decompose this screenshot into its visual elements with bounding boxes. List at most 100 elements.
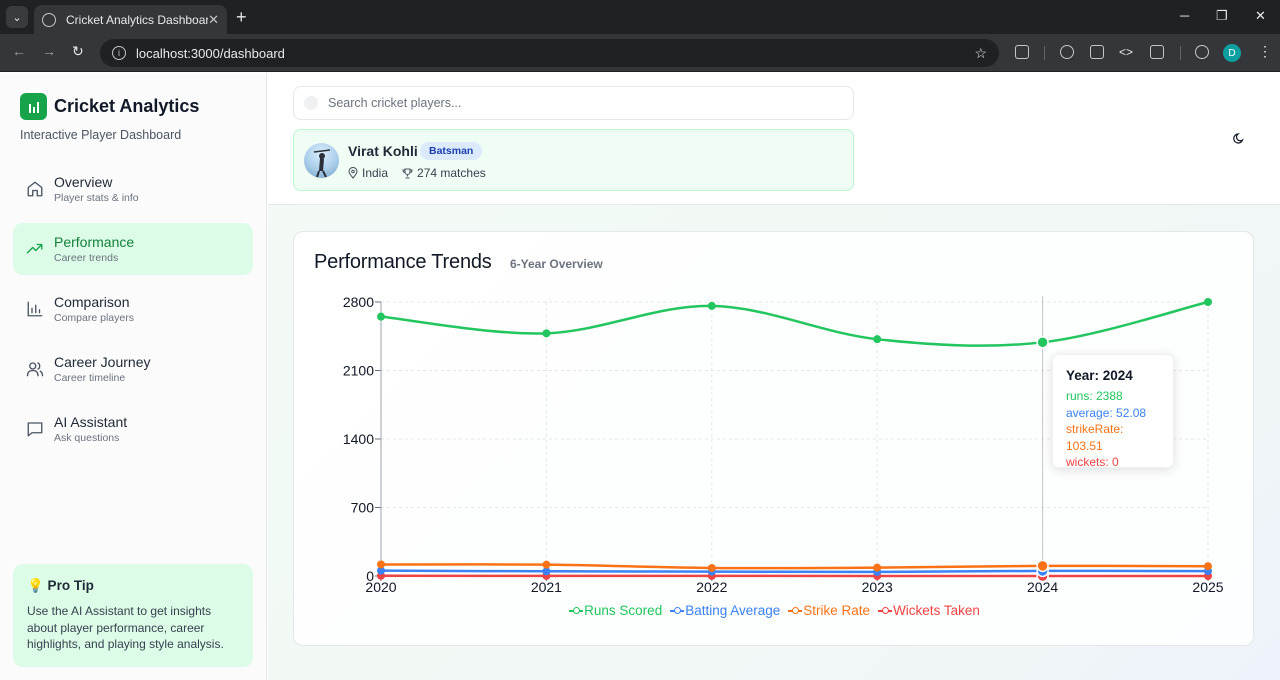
chart-tooltip: Year: 2024 runs: 2388 average: 52.08 str…: [1052, 354, 1174, 469]
browser-tab-bar: ⌄ Cricket Analytics Dashboard ✕ + ─ ❐ ✕: [0, 0, 1280, 34]
message-icon: [27, 422, 43, 437]
tooltip-strike-rate: strikeRate: 103.51: [1066, 422, 1124, 453]
tab-title: Cricket Analytics Dashboard: [66, 12, 209, 27]
legend-label: Strike Rate: [803, 603, 871, 618]
sidebar-item-label: Performance: [54, 234, 135, 250]
lens-icon[interactable]: [1060, 45, 1074, 59]
sidebar-item-label: AI Assistant: [54, 414, 128, 430]
player-name: Virat Kohli: [348, 143, 418, 159]
series-line-average: [380, 569, 1209, 574]
tooltip-average: average: 52.08: [1066, 405, 1147, 420]
new-tab-button[interactable]: +: [236, 7, 247, 27]
search-box[interactable]: [293, 86, 854, 120]
close-tab-icon[interactable]: ✕: [208, 12, 219, 28]
data-point-strike-rate: [707, 563, 716, 572]
legend-label: Runs Scored: [584, 603, 663, 618]
sidebar-item-overview[interactable]: Overview Player stats & info: [13, 163, 253, 215]
url-text[interactable]: localhost:3000/dashboard: [136, 46, 974, 61]
player-meta: India 274 matches: [348, 166, 486, 180]
tooltip-title: Year: 2024: [1066, 368, 1133, 383]
chart-legend: Runs Scored Batting Average Strike Rate Wic…: [294, 603, 1255, 618]
data-point-runs: [377, 312, 385, 321]
player-matches: 274 matches: [417, 166, 486, 180]
tooltip-runs: runs: 2388: [1066, 389, 1123, 403]
more-menu-icon[interactable]: ⋮: [1258, 43, 1272, 60]
sidebar-item-desc: Career timeline: [54, 372, 126, 384]
data-point-runs: [1036, 336, 1049, 349]
data-point-runs: [1204, 298, 1212, 306]
search-input[interactable]: [328, 96, 828, 110]
x-tick-label: 2025: [1192, 579, 1223, 595]
legend-swatch: [670, 607, 685, 615]
globe-icon: [42, 12, 56, 27]
sidebar-item-performance[interactable]: Performance Career trends: [13, 223, 253, 275]
legend-item-strike-rate[interactable]: Strike Rate: [788, 603, 870, 618]
address-bar[interactable]: i localhost:3000/dashboard ☆: [100, 39, 999, 67]
data-point-runs: [707, 301, 716, 310]
toolbar-divider: [1180, 46, 1181, 60]
browser-tab[interactable]: Cricket Analytics Dashboard ✕: [34, 5, 227, 34]
profile-avatar[interactable]: D: [1223, 44, 1241, 62]
pro-tip-card: 💡 Pro Tip Use the AI Assistant to get in…: [13, 564, 253, 667]
sidebar-item-ai-assistant[interactable]: AI Assistant Ask questions: [13, 403, 253, 455]
toolbar-divider: [1044, 46, 1045, 60]
sidebar-item-desc: Compare players: [54, 312, 134, 324]
tab-layout-icon[interactable]: [1090, 45, 1104, 59]
legend-item-wickets[interactable]: Wickets Taken: [878, 603, 980, 618]
y-tick-label: 1400: [343, 431, 374, 447]
player-avatar: [304, 143, 339, 178]
sidebar-item-comparison[interactable]: Comparison Compare players: [13, 283, 253, 335]
moon-icon[interactable]: [1232, 131, 1246, 145]
reload-icon[interactable]: ↻: [72, 43, 84, 60]
main-content: Virat Kohli Batsman India 274 matches Pe…: [268, 73, 1280, 680]
x-tick-label: 2020: [365, 579, 396, 595]
sidebar: Cricket Analytics Interactive Player Das…: [0, 73, 267, 680]
sidebar-item-desc: Ask questions: [54, 432, 120, 444]
site-info-icon[interactable]: i: [112, 46, 126, 60]
minimize-button[interactable]: ─: [1180, 8, 1189, 23]
main-header: Virat Kohli Batsman India 274 matches: [268, 73, 1280, 205]
x-tick-label: 2023: [862, 579, 893, 595]
data-point-strike-rate: [1036, 559, 1049, 573]
pro-tip-title: 💡 Pro Tip: [27, 578, 94, 593]
brand-name: Cricket Analytics: [54, 96, 200, 116]
player-country: India: [362, 166, 389, 180]
bar-chart-icon: [27, 301, 43, 317]
legend-item-runs[interactable]: Runs Scored: [569, 603, 662, 618]
legend-item-average[interactable]: Batting Average: [670, 603, 780, 618]
users-icon: [26, 362, 44, 377]
legend-swatch: [788, 607, 803, 615]
role-badge: Batsman: [420, 142, 483, 160]
close-window-button[interactable]: ✕: [1255, 8, 1266, 24]
legend-label: Batting Average: [685, 603, 781, 618]
y-tick-label: 2800: [343, 294, 374, 310]
x-tick-label: 2021: [531, 579, 562, 595]
trending-up-icon: [26, 243, 43, 254]
data-point-runs: [542, 329, 551, 338]
trophy-icon: [402, 167, 413, 179]
reading-mode-icon[interactable]: [1150, 45, 1164, 59]
series-line-strike-rate: [380, 563, 1209, 570]
bookmark-star-icon[interactable]: ☆: [974, 45, 987, 62]
data-point-strike-rate: [1204, 562, 1212, 571]
x-tick-label: 2022: [696, 579, 727, 595]
devtools-icon[interactable]: <>: [1119, 45, 1133, 59]
back-icon[interactable]: ←: [12, 43, 26, 59]
extensions-icon[interactable]: [1015, 45, 1029, 59]
sidebar-item-career-journey[interactable]: Career Journey Career timeline: [13, 343, 253, 395]
tab-search-button[interactable]: ⌄: [6, 6, 28, 28]
maximize-button[interactable]: ❐: [1216, 8, 1228, 24]
performance-icon[interactable]: [1195, 45, 1209, 59]
pro-tip-body: Use the AI Assistant to get insights abo…: [27, 604, 224, 651]
data-point-runs: [873, 335, 882, 344]
sidebar-item-label: Overview: [54, 174, 113, 190]
sidebar-item-desc: Career trends: [54, 252, 119, 264]
home-icon: [27, 181, 43, 197]
legend-swatch: [569, 607, 584, 615]
forward-icon[interactable]: →: [42, 43, 56, 59]
data-point-strike-rate: [377, 560, 385, 569]
legend-swatch: [878, 607, 893, 615]
player-card[interactable]: Virat Kohli Batsman India 274 matches: [293, 129, 854, 191]
brand[interactable]: Cricket Analytics: [20, 93, 199, 120]
series-line-runs: [380, 300, 1209, 347]
